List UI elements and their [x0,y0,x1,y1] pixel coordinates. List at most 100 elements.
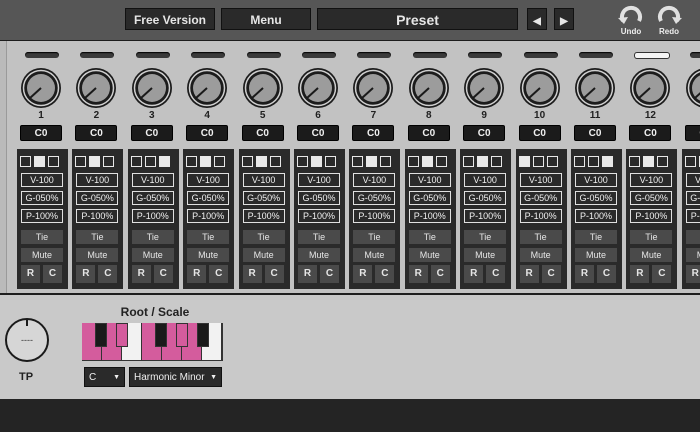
octave-toggle[interactable] [407,156,419,167]
octave-toggle[interactable] [20,156,31,167]
velocity-field[interactable]: V-100 [76,173,119,187]
pitch-knob[interactable] [20,67,62,109]
preset-selector[interactable]: Preset [317,8,518,30]
octave-toggle[interactable] [463,156,475,167]
octave-toggle[interactable] [144,156,156,167]
tie-button[interactable]: Tie [685,230,700,244]
note-display[interactable]: C0 [75,125,118,141]
scale-dropdown[interactable]: Harmonic Minor ▼ [129,367,222,387]
undo-button[interactable]: Undo [615,5,647,36]
note-display[interactable]: C0 [629,125,672,141]
note-display[interactable]: C0 [574,125,616,141]
tie-button[interactable]: Tie [575,230,617,244]
velocity-field[interactable]: V-100 [630,173,673,187]
pitch-knob[interactable] [685,67,700,109]
note-display[interactable]: C0 [20,125,62,141]
menu-button[interactable]: Menu [221,8,311,30]
note-display[interactable]: C0 [241,125,284,141]
clear-button[interactable]: C [320,265,339,283]
gate-field[interactable]: G-050% [685,191,700,205]
octave-toggle[interactable] [241,156,253,167]
randomize-button[interactable]: R [519,265,539,283]
gate-field[interactable]: G-050% [408,191,451,205]
note-display[interactable]: C0 [518,125,561,141]
key-f-sharp[interactable] [155,323,167,347]
randomize-button[interactable]: R [242,265,262,283]
octave-toggle[interactable] [352,156,364,167]
randomize-button[interactable]: R [408,265,428,283]
randomize-button[interactable]: R [21,265,40,283]
probability-field[interactable]: P-100% [298,209,340,223]
mute-button[interactable]: Mute [353,248,396,262]
probability-field[interactable]: P-100% [21,209,63,223]
randomize-button[interactable]: R [76,265,96,283]
probability-field[interactable]: P-100% [685,209,700,223]
note-display[interactable]: C0 [297,125,339,141]
octave-toggle[interactable] [546,156,558,167]
octave-toggle[interactable] [532,156,544,167]
octave-toggle[interactable] [588,156,599,167]
randomize-button[interactable]: R [353,265,373,283]
octave-toggle[interactable] [574,156,585,167]
pitch-knob[interactable] [408,67,450,109]
pitch-knob[interactable] [352,67,394,109]
gate-field[interactable]: G-050% [519,191,562,205]
mute-button[interactable]: Mute [630,248,673,262]
velocity-field[interactable]: V-100 [575,173,617,187]
pitch-knob[interactable] [519,67,561,109]
tie-button[interactable]: Tie [187,230,230,244]
gate-field[interactable]: G-050% [76,191,119,205]
velocity-field[interactable]: V-100 [131,173,174,187]
velocity-field[interactable]: V-100 [519,173,562,187]
tie-button[interactable]: Tie [630,230,673,244]
octave-toggle[interactable] [491,156,503,167]
octave-toggle[interactable] [103,156,115,167]
octave-toggle[interactable] [657,156,669,167]
octave-toggle[interactable] [602,156,613,167]
randomize-button[interactable]: R [464,265,484,283]
tie-button[interactable]: Tie [298,230,340,244]
mute-button[interactable]: Mute [187,248,230,262]
pitch-knob[interactable] [131,67,173,109]
clear-button[interactable]: C [264,265,284,283]
clear-button[interactable]: C [43,265,62,283]
clear-button[interactable]: C [209,265,229,283]
velocity-field[interactable]: V-100 [298,173,340,187]
clear-button[interactable]: C [541,265,561,283]
octave-toggle[interactable] [629,156,641,167]
mute-button[interactable]: Mute [298,248,340,262]
pitch-knob[interactable] [629,67,671,109]
tie-button[interactable]: Tie [76,230,119,244]
velocity-field[interactable]: V-100 [242,173,285,187]
randomize-button[interactable]: R [630,265,650,283]
tie-button[interactable]: Tie [131,230,174,244]
octave-toggle[interactable] [380,156,392,167]
probability-field[interactable]: P-100% [242,209,285,223]
randomize-button[interactable]: R [575,265,594,283]
scale-keyboard[interactable] [82,323,223,361]
pitch-knob[interactable] [75,67,117,109]
clear-button[interactable]: C [375,265,395,283]
probability-field[interactable]: P-100% [630,209,673,223]
key-c-sharp[interactable] [95,323,107,347]
note-display[interactable]: C0 [463,125,506,141]
octave-toggle[interactable] [477,156,489,167]
octave-toggle[interactable] [130,156,142,167]
probability-field[interactable]: P-100% [353,209,396,223]
transpose-knob[interactable]: ---- [4,317,50,363]
probability-field[interactable]: P-100% [131,209,174,223]
probability-field[interactable]: P-100% [575,209,617,223]
pitch-knob[interactable] [574,67,616,109]
velocity-field[interactable]: V-100 [21,173,63,187]
mute-button[interactable]: Mute [519,248,562,262]
octave-toggle[interactable] [684,156,696,167]
mute-button[interactable]: Mute [131,248,174,262]
mute-button[interactable]: Mute [575,248,617,262]
randomize-button[interactable]: R [298,265,317,283]
octave-toggle[interactable] [421,156,433,167]
pitch-knob[interactable] [463,67,505,109]
pitch-knob[interactable] [242,67,284,109]
mute-button[interactable]: Mute [242,248,285,262]
mute-button[interactable]: Mute [464,248,507,262]
preset-next-button[interactable]: ▶ [554,8,574,30]
